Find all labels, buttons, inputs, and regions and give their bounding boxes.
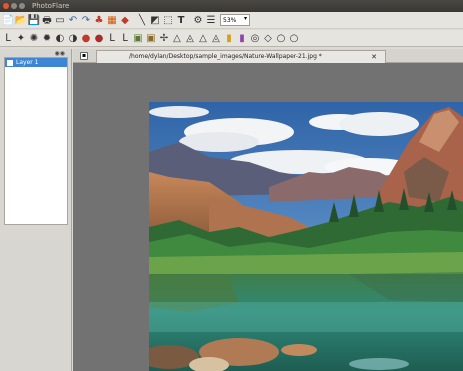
gradient-icon[interactable]: ▮ — [223, 32, 235, 45]
layers-panel-header: ◉◉ — [0, 49, 71, 57]
close-icon[interactable]: ✕ — [371, 51, 377, 63]
minimize-button[interactable] — [11, 3, 17, 9]
tab-bar: ▪ /home/dylan/Desktop/sample_images/Natu… — [73, 49, 463, 63]
text-icon[interactable]: T — [175, 14, 187, 27]
eye-icon[interactable]: ◎ — [249, 32, 261, 45]
layer-row[interactable]: Layer 1 — [5, 58, 67, 67]
layer-name: Layer 1 — [16, 59, 39, 66]
color-tools-icon[interactable]: ♣ — [93, 14, 105, 27]
filter-icon[interactable]: ▣ — [145, 32, 157, 45]
red-icon[interactable]: ● — [80, 32, 92, 45]
print-icon[interactable]: 🖶 — [41, 14, 53, 27]
layer-list: Layer 1 — [4, 57, 68, 225]
filter-toolbar: ᒪ ✦ ✺ ✹ ◐ ◑ ● ● ᒪ ᒪ ▣ ▣ ✢ △ ◬ △ ◬ ▮ ▮ ◎ … — [0, 30, 463, 47]
triangle-4-icon[interactable]: ◬ — [210, 32, 222, 45]
magic-icon[interactable]: ✦ — [15, 32, 27, 45]
landscape-image — [149, 102, 463, 371]
document-area: ▪ /home/dylan/Desktop/sample_images/Natu… — [73, 49, 463, 371]
paint-bucket-icon[interactable]: ◆ — [119, 14, 131, 27]
triangle-3-icon[interactable]: △ — [197, 32, 209, 45]
title-bar: PhotoFlare — [0, 0, 463, 12]
document-tab[interactable]: /home/dylan/Desktop/sample_images/Nature… — [96, 50, 386, 63]
palette-icon[interactable]: ▦ — [106, 14, 118, 27]
close-button[interactable] — [3, 3, 9, 9]
invert-icon[interactable]: ◑ — [67, 32, 79, 45]
circle-2-icon[interactable]: ○ — [288, 32, 300, 45]
layer-visibility-checkbox[interactable] — [7, 59, 13, 66]
scanner-icon[interactable]: ▭ — [54, 14, 66, 27]
color-balance-icon[interactable]: ● — [93, 32, 105, 45]
chevron-down-icon: ▾ — [243, 15, 247, 22]
color-bars-icon[interactable]: ▮ — [236, 32, 248, 45]
layers-panel: ◉◉ Layer 1 — [0, 49, 72, 371]
redo-icon[interactable]: ↷ — [80, 14, 92, 27]
move-icon[interactable]: ✢ — [158, 32, 170, 45]
triangle-2-icon[interactable]: ◬ — [184, 32, 196, 45]
layers-icon[interactable]: ☰ — [205, 14, 217, 27]
new-file-icon[interactable]: 📄 — [2, 14, 14, 27]
crop-icon[interactable]: ◩ — [149, 14, 161, 27]
maximize-button[interactable] — [19, 3, 25, 9]
zoom-value: 53% — [223, 16, 237, 24]
sharpen-icon[interactable]: ✺ — [28, 32, 40, 45]
tab-list-icon[interactable]: ▪ — [80, 52, 88, 60]
settings-icon[interactable]: ⚙ — [192, 14, 204, 27]
main-toolbar: 📄 📂 💾 🖶 ▭ ↶ ↷ ♣ ▦ ◆ ╲ ◩ ⬚ T ⚙ ☰ 53% ▾ — [0, 12, 463, 29]
panel-options-icon[interactable]: ◉◉ — [55, 50, 65, 57]
circle-1-icon[interactable]: ○ — [275, 32, 287, 45]
image-canvas[interactable] — [149, 102, 463, 371]
select-icon[interactable]: ⬚ — [162, 14, 174, 27]
zoom-select[interactable]: 53% ▾ — [220, 14, 250, 26]
grayscale-icon[interactable]: ◐ — [54, 32, 66, 45]
diamond-icon[interactable]: ◇ — [262, 32, 274, 45]
blur-icon[interactable]: ✹ — [41, 32, 53, 45]
save-icon[interactable]: 💾 — [28, 14, 40, 27]
image-icon[interactable]: ▣ — [132, 32, 144, 45]
undo-icon[interactable]: ↶ — [67, 14, 79, 27]
triangle-1-icon[interactable]: △ — [171, 32, 183, 45]
line-icon[interactable]: ╲ — [136, 14, 148, 27]
document-path: /home/dylan/Desktop/sample_images/Nature… — [129, 53, 322, 60]
open-folder-icon[interactable]: 📂 — [15, 14, 27, 27]
window-title: PhotoFlare — [32, 2, 70, 10]
brush-icon[interactable]: ᒪ — [2, 32, 14, 45]
flip-h-icon[interactable]: ᒪ — [106, 32, 118, 45]
photoflare-window: PhotoFlare 📄 📂 💾 🖶 ▭ ↶ ↷ ♣ ▦ ◆ ╲ ◩ ⬚ T ⚙… — [0, 0, 463, 371]
flip-v-icon[interactable]: ᒪ — [119, 32, 131, 45]
